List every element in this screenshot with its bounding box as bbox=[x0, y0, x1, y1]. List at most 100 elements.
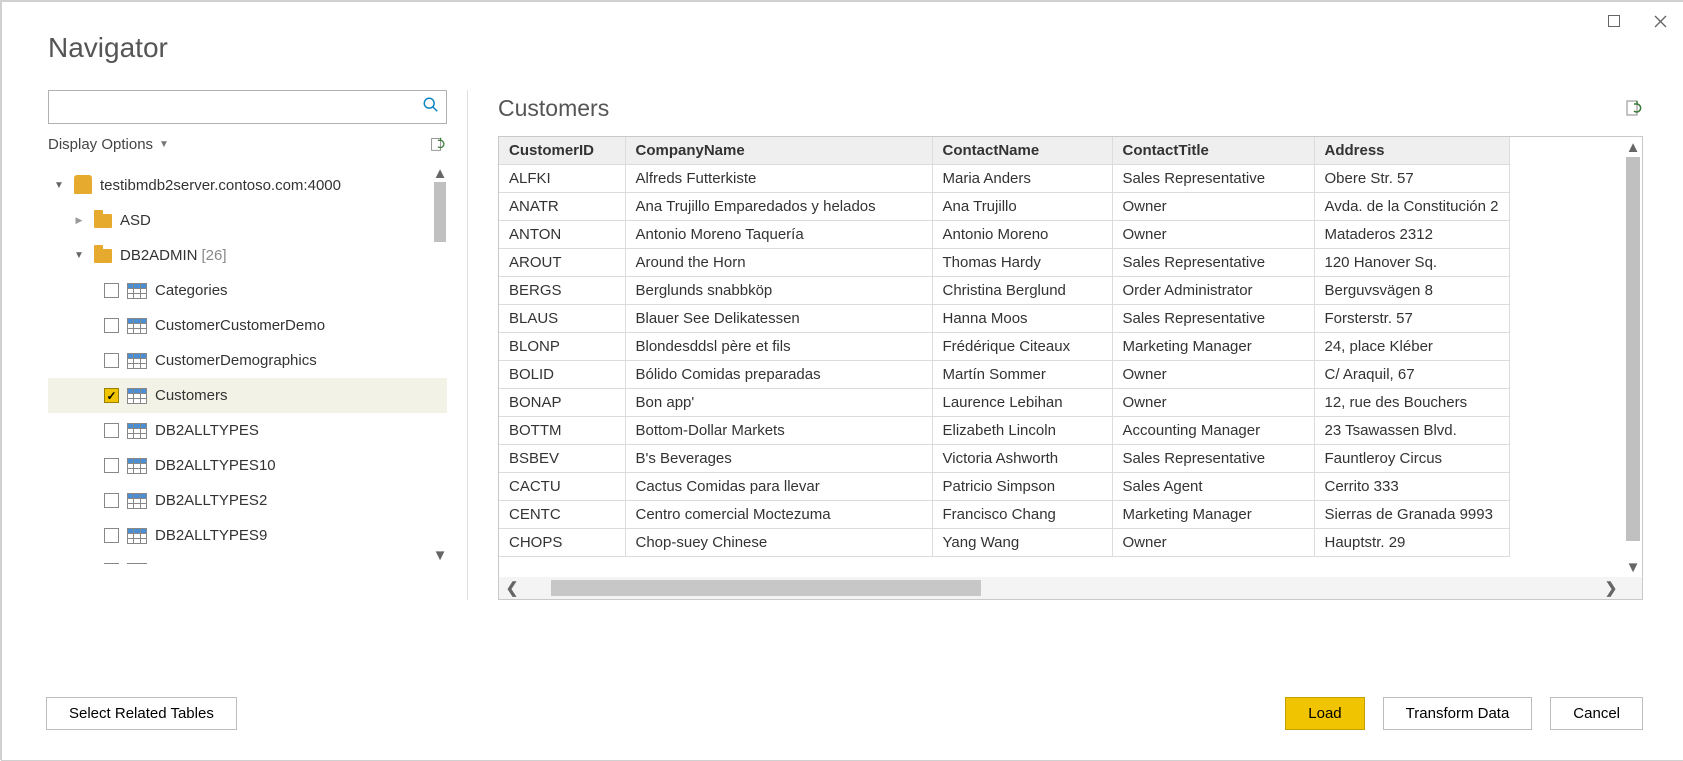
preview-title: Customers bbox=[498, 95, 609, 122]
column-header[interactable]: ContactName bbox=[932, 137, 1112, 165]
table-row[interactable]: ALFKIAlfreds FutterkisteMaria AndersSale… bbox=[499, 165, 1509, 193]
checkbox[interactable] bbox=[104, 283, 119, 298]
tree-table-item[interactable]: Categories bbox=[48, 273, 447, 308]
transform-data-button[interactable]: Transform Data bbox=[1383, 697, 1533, 730]
select-related-tables-button[interactable]: Select Related Tables bbox=[46, 697, 237, 730]
caret-open-icon[interactable] bbox=[52, 180, 66, 191]
scroll-down-icon[interactable]: ▼ bbox=[431, 546, 447, 564]
close-button[interactable] bbox=[1637, 6, 1683, 36]
maximize-button[interactable] bbox=[1591, 6, 1637, 36]
checkbox[interactable] bbox=[104, 423, 119, 438]
display-options-dropdown[interactable]: Display Options ▼ bbox=[48, 136, 169, 153]
table-row[interactable]: CENTCCentro comercial MoctezumaFrancisco… bbox=[499, 501, 1509, 529]
table-icon bbox=[127, 423, 147, 439]
checkbox[interactable] bbox=[104, 458, 119, 473]
table-row[interactable]: BOLIDBólido Comidas preparadasMartín Som… bbox=[499, 361, 1509, 389]
table-row[interactable]: BLONPBlondesddsl père et filsFrédérique … bbox=[499, 333, 1509, 361]
tree-table-item[interactable]: DB2TESTCOLUMN bbox=[48, 553, 447, 564]
caret-closed-icon[interactable] bbox=[72, 215, 86, 226]
column-header[interactable]: CompanyName bbox=[625, 137, 932, 165]
table-row[interactable]: CACTUCactus Comidas para llevarPatricio … bbox=[499, 473, 1509, 501]
load-button[interactable]: Load bbox=[1285, 697, 1364, 730]
tree-node-label: DB2ADMIN bbox=[120, 247, 198, 264]
scroll-thumb[interactable] bbox=[434, 182, 446, 242]
checkbox[interactable] bbox=[104, 563, 119, 564]
table-cell: BOTTM bbox=[499, 417, 625, 445]
table-cell: Ana Trujillo Emparedados y helados bbox=[625, 193, 932, 221]
table-cell: Around the Horn bbox=[625, 249, 932, 277]
checkbox[interactable] bbox=[104, 318, 119, 333]
table-row[interactable]: BSBEVB's BeveragesVictoria AshworthSales… bbox=[499, 445, 1509, 473]
refresh-preview-icon[interactable] bbox=[1623, 98, 1643, 118]
dialog-title: Navigator bbox=[2, 2, 1683, 90]
table-cell: BERGS bbox=[499, 277, 625, 305]
checkbox[interactable] bbox=[104, 493, 119, 508]
table-row[interactable]: BONAPBon app'Laurence LebihanOwner12, ru… bbox=[499, 389, 1509, 417]
tree-table-item[interactable]: Customers bbox=[48, 378, 447, 413]
grid-scroll-up-icon[interactable]: ▲ bbox=[1624, 137, 1642, 157]
refresh-icon[interactable] bbox=[427, 134, 447, 154]
table-cell: Sales Representative bbox=[1112, 305, 1314, 333]
table-icon bbox=[127, 283, 147, 299]
column-header[interactable]: CustomerID bbox=[499, 137, 625, 165]
column-header[interactable]: ContactTitle bbox=[1112, 137, 1314, 165]
tree-table-item[interactable]: CustomerCustomerDemo bbox=[48, 308, 447, 343]
navigator-tree: testibmdb2server.contoso.com:4000 ASD DB… bbox=[48, 164, 447, 564]
table-icon bbox=[127, 318, 147, 334]
cancel-button[interactable]: Cancel bbox=[1550, 697, 1643, 730]
grid-scroll-thumb[interactable] bbox=[1626, 157, 1640, 541]
table-cell: Centro comercial Moctezuma bbox=[625, 501, 932, 529]
table-row[interactable]: ANATRAna Trujillo Emparedados y heladosA… bbox=[499, 193, 1509, 221]
column-header[interactable]: Address bbox=[1314, 137, 1509, 165]
table-cell: B's Beverages bbox=[625, 445, 932, 473]
table-cell: BLAUS bbox=[499, 305, 625, 333]
table-row[interactable]: BERGSBerglunds snabbköpChristina Berglun… bbox=[499, 277, 1509, 305]
display-options-label: Display Options bbox=[48, 136, 153, 153]
table-cell: Alfreds Futterkiste bbox=[625, 165, 932, 193]
table-row[interactable]: CHOPSChop-suey ChineseYang WangOwnerHaup… bbox=[499, 529, 1509, 557]
table-cell: ALFKI bbox=[499, 165, 625, 193]
tree-folder-db2admin[interactable]: DB2ADMIN [26] bbox=[48, 238, 447, 273]
table-cell: Hanna Moos bbox=[932, 305, 1112, 333]
tree-table-item[interactable]: DB2ALLTYPES bbox=[48, 413, 447, 448]
search-input[interactable] bbox=[49, 91, 446, 123]
table-cell: Owner bbox=[1112, 361, 1314, 389]
checkbox[interactable] bbox=[104, 528, 119, 543]
tree-table-item[interactable]: DB2ALLTYPES9 bbox=[48, 518, 447, 553]
tree-table-item[interactable]: DB2ALLTYPES10 bbox=[48, 448, 447, 483]
table-cell: 120 Hanover Sq. bbox=[1314, 249, 1509, 277]
table-row[interactable]: BLAUSBlauer See DelikatessenHanna MoosSa… bbox=[499, 305, 1509, 333]
grid-scroll-down-icon[interactable]: ▼ bbox=[1624, 557, 1642, 577]
checkbox[interactable] bbox=[104, 388, 119, 403]
grid-hscroll-thumb[interactable] bbox=[551, 580, 981, 596]
table-icon bbox=[127, 563, 147, 565]
table-row[interactable]: AROUTAround the HornThomas HardySales Re… bbox=[499, 249, 1509, 277]
search-icon[interactable] bbox=[422, 96, 440, 114]
table-cell: Mataderos 2312 bbox=[1314, 221, 1509, 249]
tree-server-node[interactable]: testibmdb2server.contoso.com:4000 bbox=[48, 168, 447, 203]
table-cell: Victoria Ashworth bbox=[932, 445, 1112, 473]
table-cell: C/ Araquil, 67 bbox=[1314, 361, 1509, 389]
folder-icon bbox=[94, 214, 112, 228]
table-cell: BOLID bbox=[499, 361, 625, 389]
scroll-up-icon[interactable]: ▲ bbox=[431, 164, 447, 182]
table-cell: BLONP bbox=[499, 333, 625, 361]
table-cell: Berglunds snabbköp bbox=[625, 277, 932, 305]
grid-scroll-left-icon[interactable]: ❮ bbox=[499, 577, 525, 599]
table-cell: CHOPS bbox=[499, 529, 625, 557]
tree-node-label: DB2ALLTYPES2 bbox=[155, 492, 267, 509]
tree-table-item[interactable]: CustomerDemographics bbox=[48, 343, 447, 378]
table-cell: Owner bbox=[1112, 193, 1314, 221]
tree-node-count: [26] bbox=[202, 247, 227, 264]
checkbox[interactable] bbox=[104, 353, 119, 368]
table-cell: Christina Berglund bbox=[932, 277, 1112, 305]
table-cell: Frédérique Citeaux bbox=[932, 333, 1112, 361]
table-cell: CACTU bbox=[499, 473, 625, 501]
tree-table-item[interactable]: DB2ALLTYPES2 bbox=[48, 483, 447, 518]
table-row[interactable]: ANTONAntonio Moreno TaqueríaAntonio More… bbox=[499, 221, 1509, 249]
caret-open-icon[interactable] bbox=[72, 250, 86, 261]
tree-folder-asd[interactable]: ASD bbox=[48, 203, 447, 238]
table-row[interactable]: BOTTMBottom-Dollar MarketsElizabeth Linc… bbox=[499, 417, 1509, 445]
grid-scroll-right-icon[interactable]: ❯ bbox=[1598, 577, 1624, 599]
table-cell: 23 Tsawassen Blvd. bbox=[1314, 417, 1509, 445]
